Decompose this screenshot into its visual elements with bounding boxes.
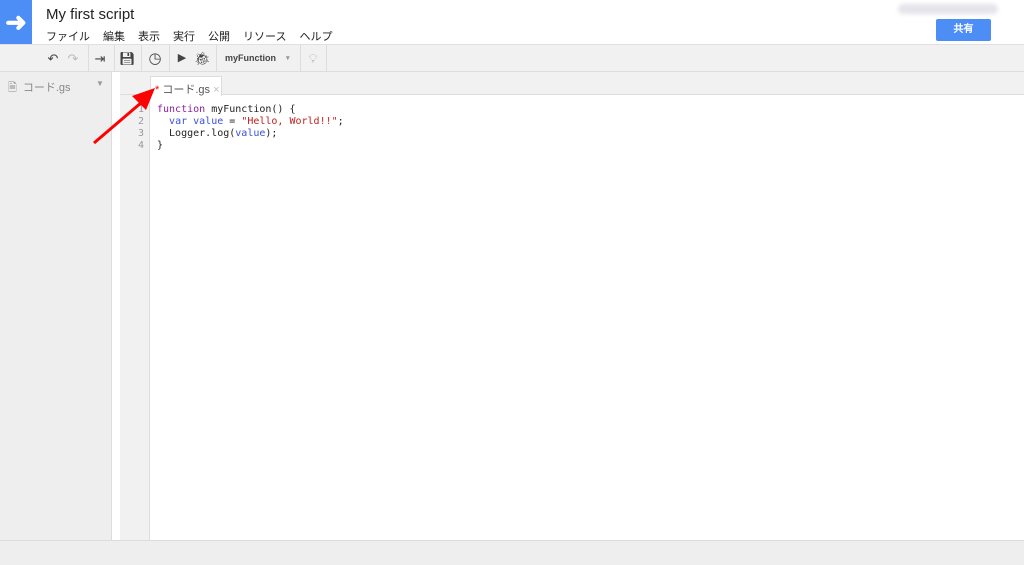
annotation-arrow: [93, 88, 155, 145]
status-bar: [0, 540, 1024, 565]
